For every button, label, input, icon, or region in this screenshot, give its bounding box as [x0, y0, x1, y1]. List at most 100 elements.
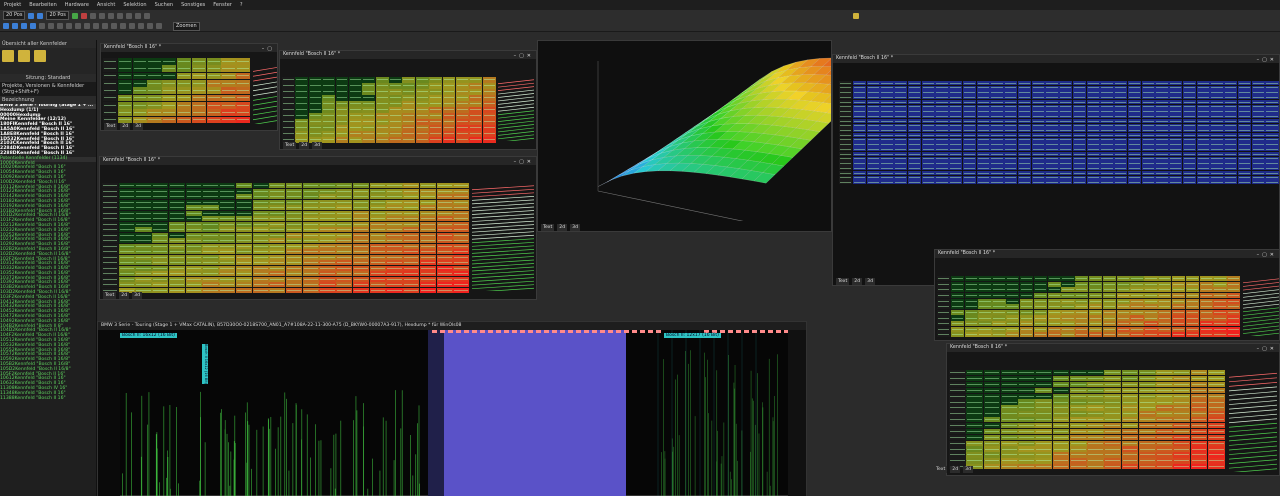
map-cell[interactable] [1121, 381, 1139, 388]
map-cell[interactable] [1127, 109, 1141, 114]
map-cell[interactable] [1017, 123, 1031, 128]
map-cell[interactable] [1190, 399, 1208, 405]
map-cell[interactable] [1171, 332, 1186, 338]
map-cell[interactable] [992, 321, 1006, 327]
map-cell[interactable] [907, 180, 921, 185]
map-cell[interactable] [269, 282, 286, 287]
map-cell[interactable] [1182, 147, 1196, 152]
map-cell[interactable] [1169, 133, 1183, 138]
map-cell[interactable] [880, 175, 894, 180]
map-cell[interactable] [1210, 95, 1224, 100]
map-cell[interactable] [1075, 292, 1089, 299]
map-cell[interactable] [1141, 104, 1155, 109]
map-cell[interactable] [1130, 292, 1144, 299]
map-cell[interactable] [1059, 137, 1073, 142]
map-cell[interactable] [880, 123, 894, 128]
map-cell[interactable] [1018, 417, 1035, 423]
map-cell[interactable] [319, 210, 336, 216]
map-cell[interactable] [135, 265, 152, 271]
map-cell[interactable] [1265, 180, 1279, 185]
map-cell[interactable] [402, 89, 416, 95]
map-cell[interactable] [322, 137, 335, 143]
map-cell[interactable] [336, 227, 353, 232]
map-cell[interactable] [177, 58, 192, 65]
map-cell[interactable] [455, 131, 469, 137]
map-cell[interactable] [1100, 81, 1114, 86]
map-cell[interactable] [1072, 99, 1086, 105]
map-cell[interactable] [894, 109, 908, 114]
map-cell[interactable] [1169, 175, 1183, 180]
map-cell[interactable] [235, 265, 253, 271]
map-cell[interactable] [1018, 422, 1035, 429]
map-cell[interactable] [976, 104, 990, 109]
tool-icon[interactable] [138, 23, 144, 29]
map-cell[interactable] [1182, 180, 1196, 185]
map-cell[interactable] [389, 95, 402, 101]
map-cell[interactable] [1171, 304, 1186, 310]
map-cell[interactable] [436, 221, 453, 227]
map-cell[interactable] [1265, 161, 1279, 166]
map-cell[interactable] [1031, 175, 1045, 180]
map-cell[interactable] [949, 156, 963, 161]
map-cell[interactable] [964, 309, 978, 315]
map-cell[interactable] [880, 99, 894, 105]
map-cell[interactable] [1100, 133, 1114, 138]
map-cell[interactable] [1045, 151, 1059, 157]
map-cell[interactable] [1104, 458, 1121, 464]
map-cell[interactable] [147, 94, 162, 102]
map-cell[interactable] [132, 80, 147, 87]
map-cell[interactable] [1155, 118, 1169, 124]
map-cell[interactable] [252, 243, 269, 249]
map-cell[interactable] [976, 95, 990, 100]
map-cell[interactable] [1045, 180, 1059, 185]
map-cell[interactable] [1207, 399, 1225, 405]
map-cell[interactable] [950, 309, 965, 315]
map-cell[interactable] [1156, 446, 1173, 452]
map-cell[interactable] [335, 95, 349, 101]
map-cell[interactable] [1017, 81, 1031, 86]
map-cell[interactable] [921, 90, 935, 95]
map-cell[interactable] [162, 58, 177, 65]
map-cell[interactable] [1210, 170, 1224, 176]
map-cell[interactable] [1104, 399, 1121, 405]
map-cell[interactable] [118, 265, 135, 271]
map-cell[interactable] [322, 95, 335, 101]
map-cell[interactable] [386, 216, 403, 221]
map-cell[interactable] [949, 99, 963, 105]
map-cell[interactable] [935, 109, 949, 114]
map-cell[interactable] [1072, 142, 1086, 147]
map-cell[interactable] [191, 65, 207, 73]
map-cell[interactable] [949, 393, 966, 399]
map-cell[interactable] [1102, 287, 1117, 293]
map-cell[interactable] [147, 80, 162, 87]
map-cell[interactable] [990, 142, 1004, 147]
map-cell[interactable] [1210, 147, 1224, 152]
map-cell[interactable] [880, 137, 894, 142]
map-cell[interactable] [219, 260, 236, 265]
map-cell[interactable] [962, 114, 976, 119]
map-cell[interactable] [455, 77, 469, 83]
column-header[interactable]: Bezeichnung [0, 96, 96, 104]
map-cell[interactable] [1196, 161, 1210, 166]
map-cell[interactable] [219, 282, 236, 287]
map-cell[interactable] [1265, 85, 1279, 90]
map-cell[interactable] [1045, 147, 1059, 152]
map-cell[interactable] [286, 194, 303, 199]
map-cell[interactable] [1116, 298, 1130, 304]
map-cell[interactable] [185, 199, 202, 205]
map-cell[interactable] [1207, 422, 1225, 429]
map-cell[interactable] [302, 282, 319, 287]
map-cell[interactable] [162, 87, 177, 95]
map-cell[interactable] [921, 175, 935, 180]
map-cell[interactable] [419, 227, 437, 232]
map-cell[interactable] [1114, 175, 1128, 180]
map-cell[interactable] [866, 175, 880, 180]
map-cell[interactable] [1127, 175, 1141, 180]
map-cell[interactable] [894, 123, 908, 128]
map-cell[interactable] [1121, 464, 1139, 470]
tab-text[interactable]: Text [283, 142, 297, 149]
map-cell[interactable] [1075, 287, 1089, 293]
map-cell[interactable] [1045, 114, 1059, 119]
map-cell[interactable] [1000, 417, 1018, 423]
map-cell[interactable] [453, 276, 470, 282]
